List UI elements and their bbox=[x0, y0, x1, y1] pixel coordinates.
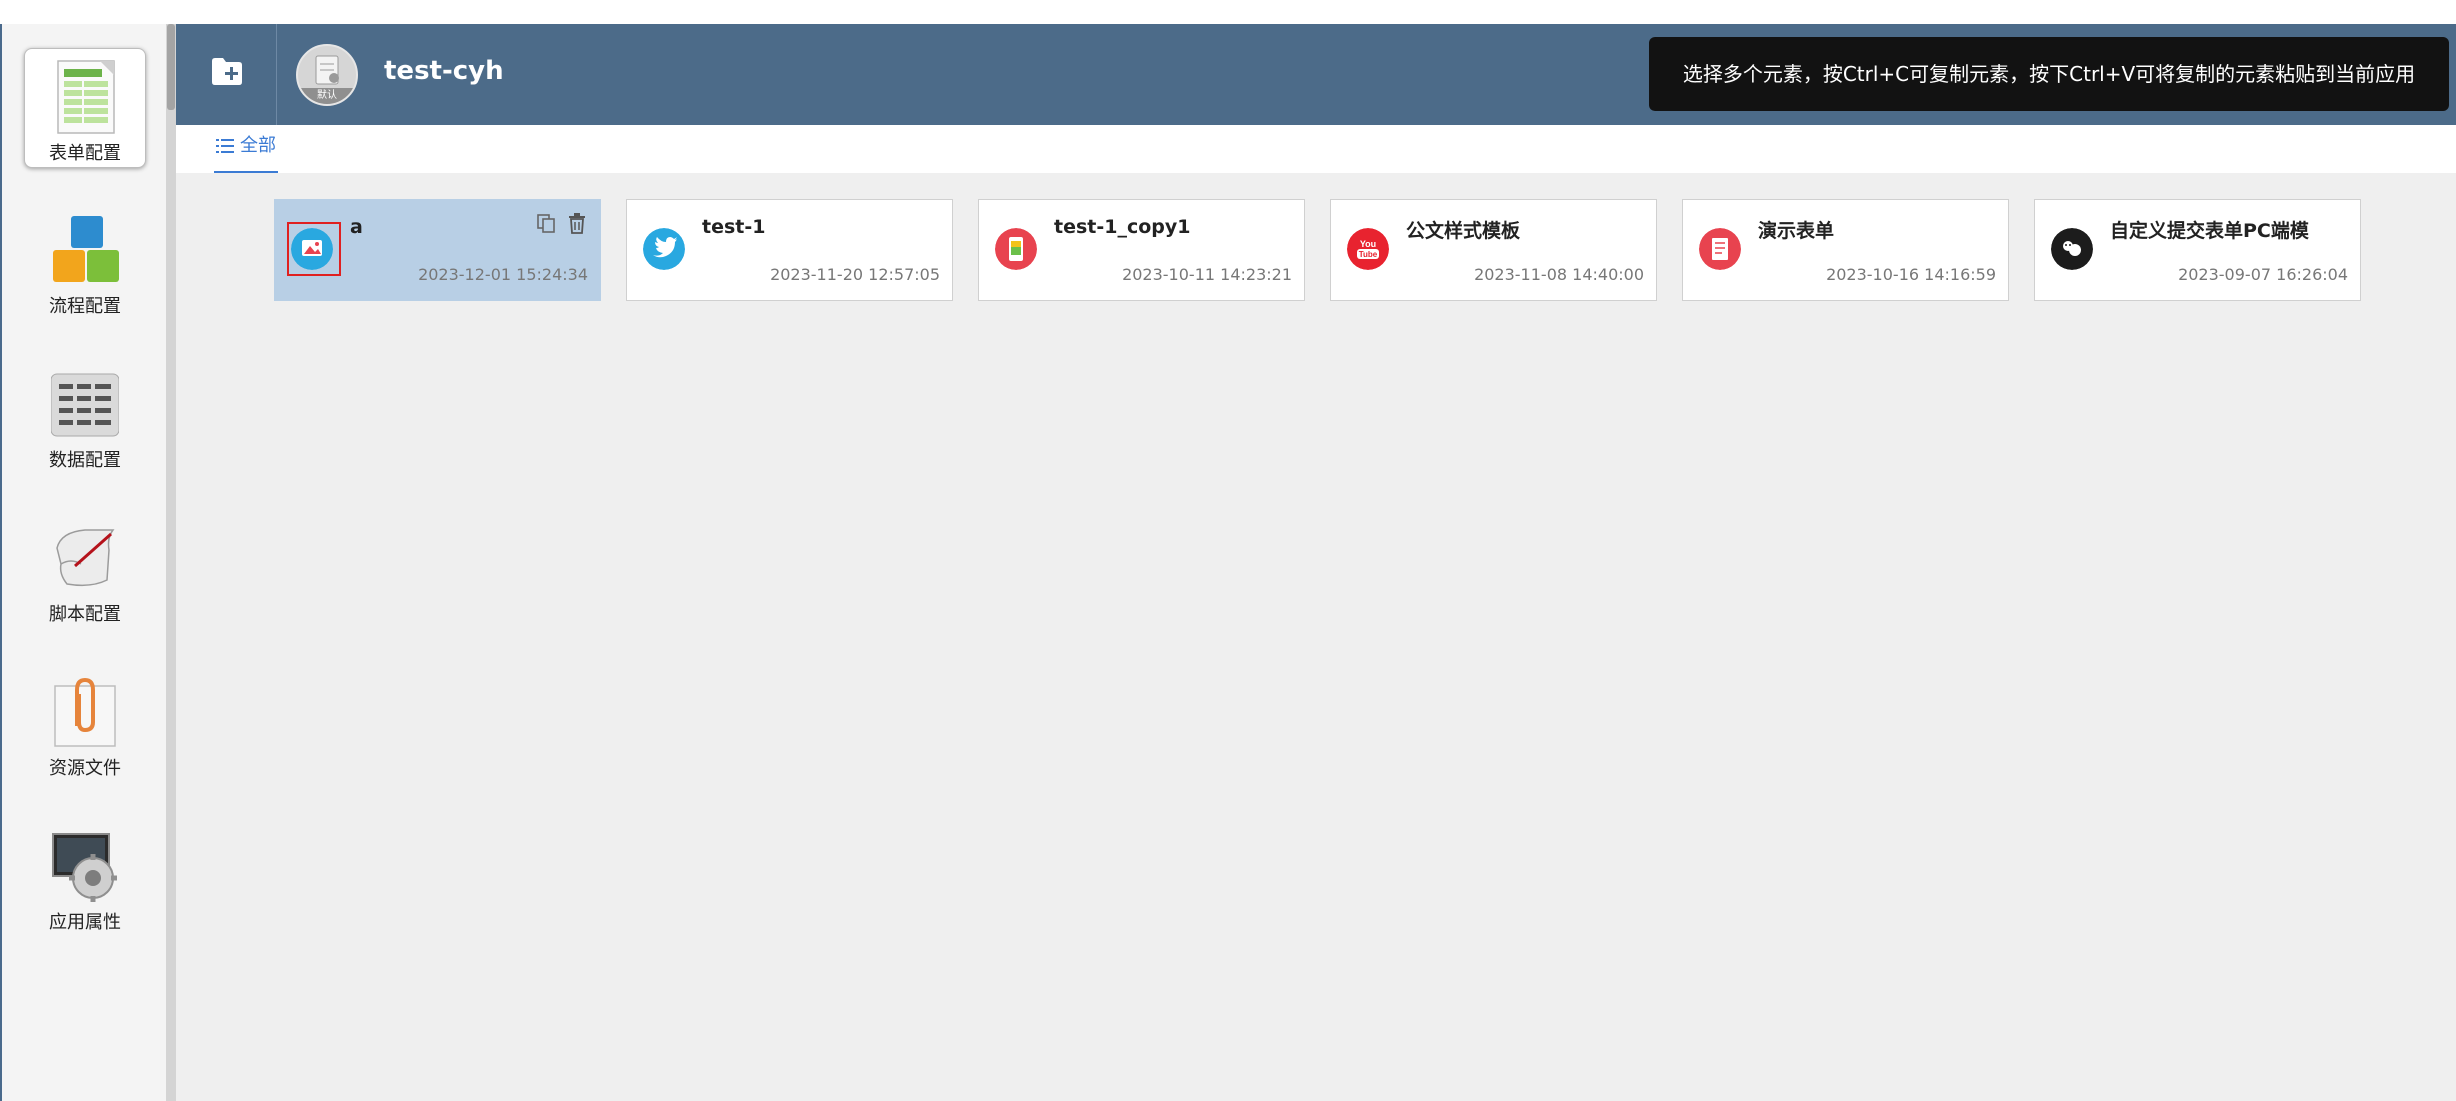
sidebar-scrollbar[interactable] bbox=[166, 24, 176, 1101]
sidebar-item-data-config[interactable]: 数据配置 bbox=[24, 356, 146, 476]
youtube-icon: You Tube bbox=[1347, 228, 1389, 270]
tab-all[interactable]: 全部 bbox=[214, 125, 278, 173]
form-card-custom-submit[interactable]: 自定义提交表单PC端模 2023-09-07 16:26:04 bbox=[2034, 199, 2361, 301]
app-title: test-cyh bbox=[384, 56, 504, 86]
copy-button[interactable] bbox=[535, 212, 557, 234]
card-title: test-1_copy1 bbox=[1054, 216, 1191, 238]
form-config-icon bbox=[57, 60, 115, 134]
sidebar-item-label: 脚本配置 bbox=[49, 604, 121, 625]
trash-icon bbox=[569, 213, 585, 234]
folder-add-icon bbox=[212, 58, 242, 85]
image-icon bbox=[291, 228, 333, 270]
form-list: a 2023-12-01 15:24:34 test-1 2023-11-20 … bbox=[176, 173, 2456, 1101]
sidebar-item-app-properties[interactable]: 应用属性 bbox=[24, 818, 146, 938]
sidebar: 表单配置 流程配置 数据配置 脚本配置 资源文件 应用属性 bbox=[0, 24, 166, 1101]
resource-file-icon bbox=[54, 677, 116, 747]
mobile-photo-icon bbox=[995, 228, 1037, 270]
svg-text:You: You bbox=[1360, 239, 1376, 249]
card-timestamp: 2023-11-20 12:57:05 bbox=[770, 265, 940, 284]
sidebar-item-resource-file[interactable]: 资源文件 bbox=[24, 664, 146, 784]
sidebar-item-script-config[interactable]: 脚本配置 bbox=[24, 510, 146, 630]
list-icon bbox=[216, 139, 234, 153]
document-icon bbox=[1699, 228, 1741, 270]
card-timestamp: 2023-10-11 14:23:21 bbox=[1122, 265, 1292, 284]
sidebar-item-form-config[interactable]: 表单配置 bbox=[24, 48, 146, 168]
sidebar-item-label: 表单配置 bbox=[49, 143, 121, 164]
top-strip bbox=[0, 0, 2456, 24]
card-actions bbox=[531, 212, 588, 234]
twitter-icon bbox=[643, 228, 685, 270]
sidebar-item-label: 应用属性 bbox=[49, 912, 121, 933]
data-config-icon bbox=[51, 373, 119, 437]
chat-icon bbox=[2051, 228, 2093, 270]
sidebar-item-label: 数据配置 bbox=[49, 450, 121, 471]
script-config-icon bbox=[56, 529, 115, 587]
card-title: test-1 bbox=[702, 216, 766, 238]
form-card-official-template[interactable]: You Tube 公文样式模板 2023-11-08 14:40:00 bbox=[1330, 199, 1657, 301]
scrollbar-thumb[interactable] bbox=[167, 24, 175, 110]
form-card-test-1[interactable]: test-1 2023-11-20 12:57:05 bbox=[626, 199, 953, 301]
process-config-icon bbox=[53, 216, 119, 282]
svg-text:Tube: Tube bbox=[1359, 250, 1378, 259]
sidebar-item-label: 流程配置 bbox=[49, 296, 121, 317]
app-properties-icon bbox=[52, 833, 117, 902]
card-title: 公文样式模板 bbox=[1406, 220, 1521, 242]
sidebar-item-label: 资源文件 bbox=[49, 758, 121, 779]
tab-all-label: 全部 bbox=[240, 135, 276, 156]
app-avatar: 默认 bbox=[296, 44, 358, 106]
app-badge: 默认 bbox=[298, 88, 356, 104]
card-timestamp: 2023-12-01 15:24:34 bbox=[418, 265, 588, 284]
form-card-demo-form[interactable]: 演示表单 2023-10-16 14:16:59 bbox=[1682, 199, 2009, 301]
copy-hint-toast: 选择多个元素，按Ctrl+C可复制元素，按下Ctrl+V可将复制的元素粘贴到当前… bbox=[1649, 37, 2449, 111]
form-card-test-1-copy1[interactable]: test-1_copy1 2023-10-11 14:23:21 bbox=[978, 199, 1305, 301]
card-timestamp: 2023-11-08 14:40:00 bbox=[1474, 265, 1644, 284]
tabs-bar: 全部 bbox=[176, 125, 2456, 173]
app-header: 默认 test-cyh 选择多个元素，按Ctrl+C可复制元素，按下Ctrl+V… bbox=[176, 24, 2456, 125]
sidebar-item-process-config[interactable]: 流程配置 bbox=[24, 202, 146, 322]
card-timestamp: 2023-10-16 14:16:59 bbox=[1826, 265, 1996, 284]
card-title: 自定义提交表单PC端模 bbox=[2110, 220, 2309, 242]
card-title: 演示表单 bbox=[1758, 220, 1835, 242]
form-card-a[interactable]: a 2023-12-01 15:24:34 bbox=[274, 199, 601, 301]
card-title: a bbox=[350, 216, 363, 238]
new-folder-button[interactable] bbox=[176, 24, 277, 125]
delete-button[interactable] bbox=[566, 212, 588, 234]
copy-icon bbox=[537, 214, 555, 233]
card-timestamp: 2023-09-07 16:26:04 bbox=[2178, 265, 2348, 284]
